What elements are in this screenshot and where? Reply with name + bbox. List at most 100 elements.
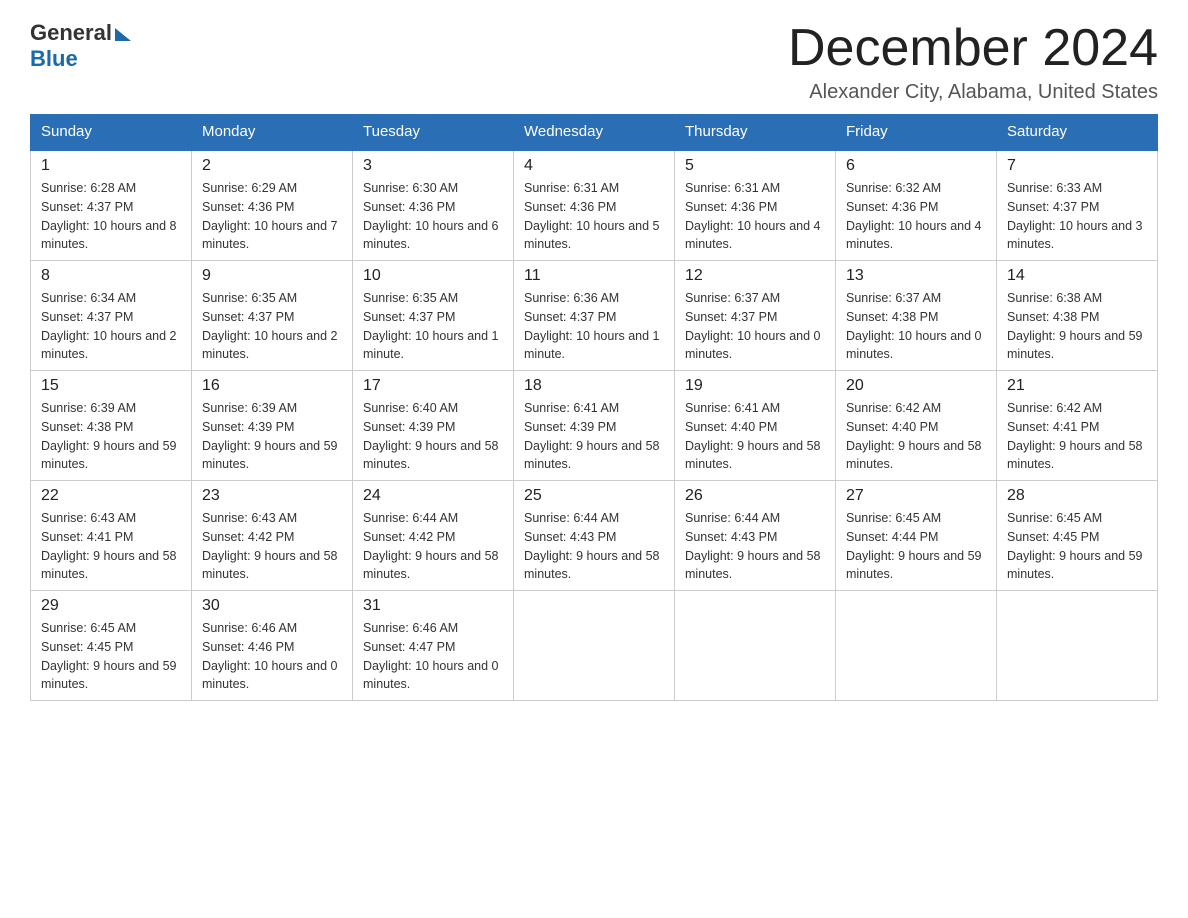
day-info: Sunrise: 6:31 AMSunset: 4:36 PMDaylight:… (524, 181, 660, 251)
day-number: 7 (1007, 157, 1147, 175)
day-info: Sunrise: 6:40 AMSunset: 4:39 PMDaylight:… (363, 401, 499, 471)
day-number: 20 (846, 377, 986, 395)
day-number: 15 (41, 377, 181, 395)
calendar-header-saturday: Saturday (997, 115, 1158, 150)
day-info: Sunrise: 6:45 AMSunset: 4:45 PMDaylight:… (41, 621, 177, 691)
day-number: 5 (685, 157, 825, 175)
day-number: 2 (202, 157, 342, 175)
day-number: 30 (202, 597, 342, 615)
calendar-cell: 4 Sunrise: 6:31 AMSunset: 4:36 PMDayligh… (514, 150, 675, 261)
day-number: 16 (202, 377, 342, 395)
day-number: 29 (41, 597, 181, 615)
calendar-cell: 27 Sunrise: 6:45 AMSunset: 4:44 PMDaylig… (836, 481, 997, 591)
calendar-week-4: 22 Sunrise: 6:43 AMSunset: 4:41 PMDaylig… (31, 481, 1158, 591)
day-number: 1 (41, 157, 181, 175)
calendar-header-wednesday: Wednesday (514, 115, 675, 150)
calendar-header-thursday: Thursday (675, 115, 836, 150)
calendar-week-3: 15 Sunrise: 6:39 AMSunset: 4:38 PMDaylig… (31, 371, 1158, 481)
calendar-cell: 12 Sunrise: 6:37 AMSunset: 4:37 PMDaylig… (675, 261, 836, 371)
day-info: Sunrise: 6:36 AMSunset: 4:37 PMDaylight:… (524, 291, 660, 361)
day-info: Sunrise: 6:41 AMSunset: 4:39 PMDaylight:… (524, 401, 660, 471)
day-info: Sunrise: 6:42 AMSunset: 4:41 PMDaylight:… (1007, 401, 1143, 471)
day-info: Sunrise: 6:43 AMSunset: 4:41 PMDaylight:… (41, 511, 177, 581)
calendar-cell: 30 Sunrise: 6:46 AMSunset: 4:46 PMDaylig… (192, 591, 353, 701)
calendar-cell: 17 Sunrise: 6:40 AMSunset: 4:39 PMDaylig… (353, 371, 514, 481)
calendar-cell: 14 Sunrise: 6:38 AMSunset: 4:38 PMDaylig… (997, 261, 1158, 371)
day-info: Sunrise: 6:34 AMSunset: 4:37 PMDaylight:… (41, 291, 177, 361)
calendar-header-sunday: Sunday (31, 115, 192, 150)
calendar-cell: 23 Sunrise: 6:43 AMSunset: 4:42 PMDaylig… (192, 481, 353, 591)
day-info: Sunrise: 6:44 AMSunset: 4:43 PMDaylight:… (524, 511, 660, 581)
logo: General Blue (30, 20, 131, 72)
calendar-cell: 16 Sunrise: 6:39 AMSunset: 4:39 PMDaylig… (192, 371, 353, 481)
calendar-cell: 9 Sunrise: 6:35 AMSunset: 4:37 PMDayligh… (192, 261, 353, 371)
calendar-header-friday: Friday (836, 115, 997, 150)
calendar-cell: 13 Sunrise: 6:37 AMSunset: 4:38 PMDaylig… (836, 261, 997, 371)
day-info: Sunrise: 6:42 AMSunset: 4:40 PMDaylight:… (846, 401, 982, 471)
calendar-cell: 21 Sunrise: 6:42 AMSunset: 4:41 PMDaylig… (997, 371, 1158, 481)
day-number: 12 (685, 267, 825, 285)
calendar-week-2: 8 Sunrise: 6:34 AMSunset: 4:37 PMDayligh… (31, 261, 1158, 371)
calendar-cell: 7 Sunrise: 6:33 AMSunset: 4:37 PMDayligh… (997, 150, 1158, 261)
day-info: Sunrise: 6:35 AMSunset: 4:37 PMDaylight:… (363, 291, 499, 361)
day-number: 11 (524, 267, 664, 285)
day-info: Sunrise: 6:38 AMSunset: 4:38 PMDaylight:… (1007, 291, 1143, 361)
day-number: 19 (685, 377, 825, 395)
calendar-cell: 2 Sunrise: 6:29 AMSunset: 4:36 PMDayligh… (192, 150, 353, 261)
calendar-cell: 10 Sunrise: 6:35 AMSunset: 4:37 PMDaylig… (353, 261, 514, 371)
day-number: 17 (363, 377, 503, 395)
day-number: 26 (685, 487, 825, 505)
day-info: Sunrise: 6:33 AMSunset: 4:37 PMDaylight:… (1007, 181, 1143, 251)
day-number: 27 (846, 487, 986, 505)
calendar-cell: 22 Sunrise: 6:43 AMSunset: 4:41 PMDaylig… (31, 481, 192, 591)
day-info: Sunrise: 6:37 AMSunset: 4:38 PMDaylight:… (846, 291, 982, 361)
day-info: Sunrise: 6:43 AMSunset: 4:42 PMDaylight:… (202, 511, 338, 581)
calendar-cell: 15 Sunrise: 6:39 AMSunset: 4:38 PMDaylig… (31, 371, 192, 481)
calendar-cell: 8 Sunrise: 6:34 AMSunset: 4:37 PMDayligh… (31, 261, 192, 371)
calendar-cell (836, 591, 997, 701)
day-info: Sunrise: 6:39 AMSunset: 4:39 PMDaylight:… (202, 401, 338, 471)
day-number: 14 (1007, 267, 1147, 285)
day-info: Sunrise: 6:39 AMSunset: 4:38 PMDaylight:… (41, 401, 177, 471)
calendar-cell: 25 Sunrise: 6:44 AMSunset: 4:43 PMDaylig… (514, 481, 675, 591)
calendar-cell (997, 591, 1158, 701)
calendar-cell: 5 Sunrise: 6:31 AMSunset: 4:36 PMDayligh… (675, 150, 836, 261)
day-number: 21 (1007, 377, 1147, 395)
day-number: 6 (846, 157, 986, 175)
calendar-header-row: SundayMondayTuesdayWednesdayThursdayFrid… (31, 115, 1158, 150)
page-header: General Blue December 2024 Alexander Cit… (30, 20, 1158, 104)
calendar-cell: 31 Sunrise: 6:46 AMSunset: 4:47 PMDaylig… (353, 591, 514, 701)
calendar-header-tuesday: Tuesday (353, 115, 514, 150)
day-number: 10 (363, 267, 503, 285)
day-number: 18 (524, 377, 664, 395)
subtitle: Alexander City, Alabama, United States (788, 81, 1158, 104)
day-number: 4 (524, 157, 664, 175)
day-number: 3 (363, 157, 503, 175)
day-info: Sunrise: 6:28 AMSunset: 4:37 PMDaylight:… (41, 181, 177, 251)
calendar-cell: 26 Sunrise: 6:44 AMSunset: 4:43 PMDaylig… (675, 481, 836, 591)
day-info: Sunrise: 6:45 AMSunset: 4:44 PMDaylight:… (846, 511, 982, 581)
calendar-table: SundayMondayTuesdayWednesdayThursdayFrid… (30, 114, 1158, 701)
logo-blue-text: Blue (30, 46, 78, 72)
day-info: Sunrise: 6:46 AMSunset: 4:47 PMDaylight:… (363, 621, 499, 691)
day-number: 9 (202, 267, 342, 285)
day-number: 13 (846, 267, 986, 285)
calendar-cell: 6 Sunrise: 6:32 AMSunset: 4:36 PMDayligh… (836, 150, 997, 261)
calendar-cell: 11 Sunrise: 6:36 AMSunset: 4:37 PMDaylig… (514, 261, 675, 371)
calendar-cell: 19 Sunrise: 6:41 AMSunset: 4:40 PMDaylig… (675, 371, 836, 481)
day-info: Sunrise: 6:44 AMSunset: 4:42 PMDaylight:… (363, 511, 499, 581)
calendar-cell (514, 591, 675, 701)
day-info: Sunrise: 6:32 AMSunset: 4:36 PMDaylight:… (846, 181, 982, 251)
calendar-week-5: 29 Sunrise: 6:45 AMSunset: 4:45 PMDaylig… (31, 591, 1158, 701)
day-info: Sunrise: 6:29 AMSunset: 4:36 PMDaylight:… (202, 181, 338, 251)
main-title: December 2024 (788, 20, 1158, 77)
calendar-cell: 29 Sunrise: 6:45 AMSunset: 4:45 PMDaylig… (31, 591, 192, 701)
day-info: Sunrise: 6:41 AMSunset: 4:40 PMDaylight:… (685, 401, 821, 471)
calendar-cell: 20 Sunrise: 6:42 AMSunset: 4:40 PMDaylig… (836, 371, 997, 481)
day-number: 8 (41, 267, 181, 285)
calendar-cell (675, 591, 836, 701)
day-info: Sunrise: 6:44 AMSunset: 4:43 PMDaylight:… (685, 511, 821, 581)
day-info: Sunrise: 6:45 AMSunset: 4:45 PMDaylight:… (1007, 511, 1143, 581)
day-number: 28 (1007, 487, 1147, 505)
calendar-cell: 18 Sunrise: 6:41 AMSunset: 4:39 PMDaylig… (514, 371, 675, 481)
